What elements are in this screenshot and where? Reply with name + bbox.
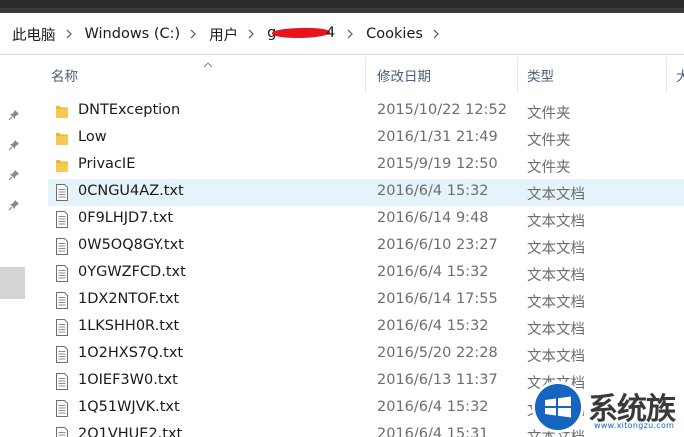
file-row[interactable]: 1LKSHH0R.txt 2016/6/4 15:32 文本文档 — [48, 314, 684, 341]
file-date-modified: 2016/6/4 15:32 — [377, 399, 489, 415]
text-file-icon — [55, 211, 69, 228]
column-size[interactable]: 大 — [676, 65, 684, 85]
file-date-modified: 2016/5/20 22:28 — [377, 345, 498, 361]
text-file-icon — [55, 346, 69, 363]
breadcrumb: 此电脑 Windows (C:) 用户 g 4 Cookies — [0, 23, 440, 45]
file-name: 0YGWZFCD.txt — [78, 264, 186, 280]
column-type[interactable]: 类型 — [527, 65, 554, 85]
file-name: 0CNGU4AZ.txt — [78, 183, 184, 199]
column-date-modified[interactable]: 修改日期 — [377, 65, 431, 85]
file-explorer-window: 此电脑 Windows (C:) 用户 g 4 Cookies — [0, 0, 684, 437]
chevron-right-icon[interactable] — [247, 29, 255, 39]
file-type: 文件夹 — [527, 106, 571, 122]
file-date-modified: 2016/6/10 23:27 — [377, 237, 498, 253]
folder-icon — [55, 157, 69, 174]
file-row[interactable]: 0YGWZFCD.txt 2016/6/4 15:32 文本文档 — [48, 260, 684, 287]
file-row[interactable]: 0W5OQ8GY.txt 2016/6/10 23:27 文本文档 — [48, 233, 684, 260]
nav-item-selected[interactable] — [0, 267, 25, 299]
chevron-right-icon[interactable] — [65, 29, 73, 39]
file-type: 文本文档 — [527, 268, 585, 284]
file-date-modified: 2016/1/31 21:49 — [377, 129, 498, 145]
file-type: 文本文档 — [527, 322, 585, 338]
file-type: 文件夹 — [527, 160, 571, 176]
watermark: 系统族 www.xitongzu.com — [530, 378, 684, 437]
column-name[interactable]: 名称 — [51, 65, 78, 85]
file-type: 文本文档 — [527, 214, 585, 230]
pin-icon[interactable] — [8, 166, 20, 181]
file-type: 文本文档 — [527, 349, 585, 365]
file-date-modified: 2016/6/4 15:32 — [377, 318, 489, 334]
file-name: DNTException — [78, 102, 181, 118]
title-bar — [0, 0, 684, 13]
pin-icon[interactable] — [8, 196, 20, 211]
file-date-modified: 2016/6/14 17:55 — [377, 291, 498, 307]
folder-icon — [55, 130, 69, 147]
breadcrumb-user-folder-redacted[interactable]: g 4 — [267, 24, 337, 44]
breadcrumb-windows-c[interactable]: Windows (C:) — [73, 26, 181, 42]
file-type: 文本文档 — [527, 295, 585, 311]
text-file-icon — [55, 292, 69, 309]
file-row[interactable]: PrivacIE 2015/9/19 12:50 文件夹 — [48, 152, 684, 179]
chevron-right-icon[interactable] — [189, 29, 197, 39]
file-name: 0F9LHJD7.txt — [78, 210, 174, 226]
breadcrumb-users[interactable]: 用户 — [197, 24, 238, 45]
text-file-icon — [55, 400, 69, 417]
text-file-icon — [55, 238, 69, 255]
pin-icon[interactable] — [8, 136, 20, 151]
watermark-url: www.xitongzu.com — [594, 421, 675, 430]
file-row[interactable]: 1O2HXS7Q.txt 2016/5/20 22:28 文本文档 — [48, 341, 684, 368]
redacted-suffix: 4 — [325, 25, 336, 41]
chevron-right-icon[interactable] — [432, 29, 440, 39]
file-date-modified: 2016/6/4 15:31 — [377, 426, 489, 437]
file-name: PrivacIE — [78, 156, 136, 172]
folder-icon — [55, 103, 69, 120]
text-file-icon — [55, 184, 69, 201]
file-row[interactable]: 0F9LHJD7.txt 2016/6/14 9:48 文本文档 — [48, 206, 684, 233]
column-divider[interactable] — [365, 57, 366, 93]
file-date-modified: 2016/6/4 15:32 — [377, 183, 489, 199]
text-file-icon — [55, 373, 69, 390]
file-name: Low — [78, 129, 107, 145]
file-row[interactable]: DNTException 2015/10/22 12:52 文件夹 — [48, 98, 684, 125]
file-row[interactable]: 1DX2NTOF.txt 2016/6/14 17:55 文本文档 — [48, 287, 684, 314]
column-divider[interactable] — [666, 57, 667, 93]
windows-logo-icon — [535, 384, 581, 430]
file-date-modified: 2016/6/13 11:37 — [377, 372, 498, 388]
text-file-icon — [55, 427, 69, 437]
file-name: 1Q51WJVK.txt — [78, 399, 180, 415]
file-row[interactable]: 0CNGU4AZ.txt 2016/6/4 15:32 文本文档 — [48, 179, 684, 206]
navigation-pane — [0, 55, 26, 437]
breadcrumb-this-pc[interactable]: 此电脑 — [0, 24, 56, 45]
file-name: 1O2HXS7Q.txt — [78, 345, 184, 361]
file-type: 文本文档 — [527, 187, 585, 203]
breadcrumb-cookies[interactable]: Cookies — [354, 26, 423, 42]
file-name: 2O1VHUE2.txt — [78, 426, 183, 437]
file-name: 1DX2NTOF.txt — [78, 291, 180, 307]
column-divider[interactable] — [517, 57, 518, 93]
file-date-modified: 2016/6/4 15:32 — [377, 264, 489, 280]
pin-icon[interactable] — [8, 106, 20, 121]
file-name: 1LKSHH0R.txt — [78, 318, 180, 334]
file-date-modified: 2015/10/22 12:52 — [377, 102, 507, 118]
file-type: 文本文档 — [527, 241, 585, 257]
file-date-modified: 2015/9/19 12:50 — [377, 156, 498, 172]
file-name: 0W5OQ8GY.txt — [78, 237, 184, 253]
chevron-right-icon[interactable] — [346, 29, 354, 39]
sort-ascending-icon — [203, 56, 213, 68]
file-row[interactable]: Low 2016/1/31 21:49 文件夹 — [48, 125, 684, 152]
redaction-mark — [272, 26, 331, 40]
column-header: 名称 修改日期 类型 大 — [26, 55, 684, 93]
text-file-icon — [55, 265, 69, 282]
file-name: 1OIEF3W0.txt — [78, 372, 178, 388]
address-bar[interactable]: 此电脑 Windows (C:) 用户 g 4 Cookies — [0, 13, 684, 55]
text-file-icon — [55, 319, 69, 336]
file-date-modified: 2016/6/14 9:48 — [377, 210, 489, 226]
file-type: 文件夹 — [527, 133, 571, 149]
